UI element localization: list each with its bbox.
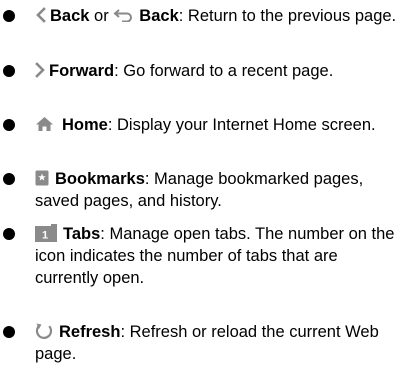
item-name: Tabs <box>63 225 101 243</box>
item-description: : Display your Internet Home screen. <box>107 116 376 134</box>
item-name: Bookmarks <box>55 170 145 188</box>
svg-text:1: 1 <box>42 229 48 241</box>
chevron-left-icon <box>35 6 46 23</box>
bullet <box>3 10 15 22</box>
bookmark-icon <box>35 170 49 186</box>
list-item-forward: Forward: Go forward to a recent page. <box>0 60 333 82</box>
chevron-right-icon <box>35 61 45 78</box>
item-name: Home <box>62 116 108 134</box>
list-item-refresh: Refresh: Refresh or reload the current W… <box>0 321 397 365</box>
bullet <box>3 326 15 338</box>
home-icon <box>35 116 54 132</box>
bullet <box>3 228 15 240</box>
bullet <box>3 65 15 77</box>
list-item-back: Back or Back: Return to the previous pag… <box>0 5 396 27</box>
refresh-icon <box>35 322 53 340</box>
item-name: Back <box>50 7 90 25</box>
list-item-tabs: 1 Tabs: Manage open tabs. The number on … <box>0 223 397 289</box>
tabs-icon: 1 <box>35 223 57 242</box>
item-name-alt: Back <box>139 7 179 25</box>
item-name: Forward <box>49 62 115 80</box>
item-name: Refresh <box>59 323 121 341</box>
item-description: : Return to the previous page. <box>178 7 397 25</box>
item-connector: or <box>89 7 114 25</box>
list-item-home: Home: Display your Internet Home screen. <box>0 114 376 136</box>
return-arrow-icon <box>113 8 135 22</box>
bullet <box>3 119 15 131</box>
bullet <box>3 173 15 185</box>
item-description: : Go forward to a recent page. <box>114 62 334 80</box>
list-item-bookmarks: Bookmarks: Manage bookmarked pages, save… <box>0 168 397 212</box>
